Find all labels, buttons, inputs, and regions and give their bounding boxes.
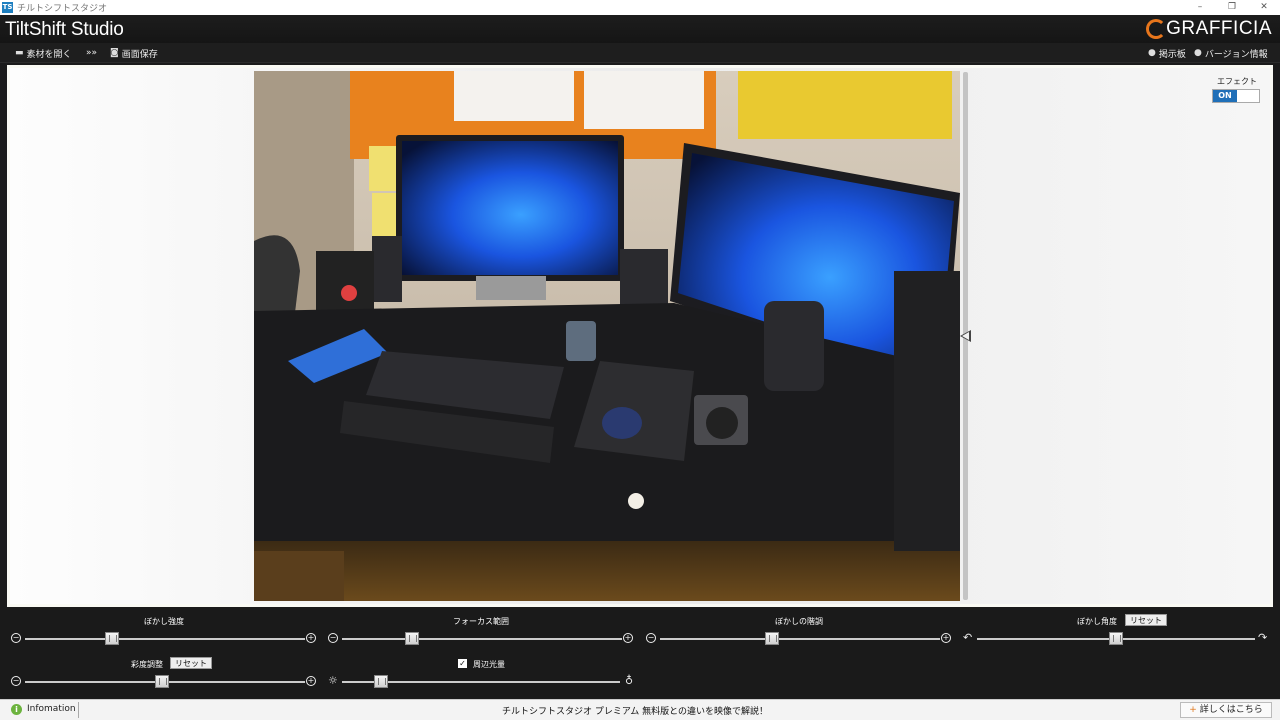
board-label: 掲示板 [1158,49,1186,60]
vignette-label: 周辺光量 [473,660,505,669]
effect-toggle[interactable]: ON [1212,89,1260,103]
maximize-button[interactable]: ❐ [1216,0,1248,15]
chat-bubble-icon: ● [1148,48,1156,58]
blur-angle-reset-button[interactable]: リセット [1125,614,1167,626]
promo-text[interactable]: チルトシフトスタジオ プレミアム 無料版との違いを映像で解説！ [0,704,1270,717]
plus-icon: + [1189,705,1197,715]
effect-toggle-on: ON [1213,90,1237,102]
focus-position-handle[interactable] [960,330,971,342]
save-screen-label: 画面保存 [121,49,158,60]
version-info-button[interactable]: ● バージョン情報 [1194,46,1268,60]
plus-circle-icon[interactable]: + [623,633,633,643]
preview-photo[interactable] [254,71,960,601]
blur-strength-control: ぼかし強度 − + [10,616,322,646]
minimize-button[interactable]: – [1184,0,1216,15]
app-name: TiltShift Studio [5,19,124,40]
blur-gradient-control: ぼかしの階調 − + [645,616,957,646]
open-material-label: 素材を開く [26,49,72,60]
app-window: TS チルトシフトスタジオ – ❐ ✕ TiltShift Studio GRA… [0,0,1280,720]
vignette-thumb[interactable] [373,675,388,688]
version-info-label: バージョン情報 [1204,49,1268,60]
expand-button[interactable]: »» [86,46,97,60]
minus-circle-icon[interactable]: − [11,676,21,686]
effect-toggle-group: エフェクト ON [1212,76,1262,103]
info-icon: ● [1194,48,1202,58]
status-bar: i Infomation チルトシフトスタジオ プレミアム 無料版との違いを映像… [0,699,1280,720]
close-button[interactable]: ✕ [1248,0,1280,15]
focus-range-track[interactable] [342,638,622,640]
saturation-control: 彩度調整 リセット − + [10,657,322,689]
learn-more-label: 詳しくはこちら [1199,705,1263,715]
minus-circle-icon[interactable]: − [328,633,338,643]
open-material-button[interactable]: ▬ 素材を開く [15,46,72,60]
learn-more-button[interactable]: + 詳しくはこちら [1180,702,1272,718]
light-bulb-off-icon[interactable]: ☼ [328,675,338,686]
board-button[interactable]: ● 掲示板 [1148,46,1186,60]
folder-icon: ▬ [15,48,24,58]
focus-range-control: フォーカス範囲 − + [327,616,639,646]
app-icon: TS [2,2,13,13]
plus-circle-icon[interactable]: + [941,633,951,643]
blur-angle-thumb[interactable] [1109,632,1123,645]
blur-strength-thumb[interactable] [104,632,119,645]
focus-range-label: フォーカス範囲 [453,617,509,626]
brand-text: GRAFFICIA [1166,18,1272,39]
blur-gradient-track[interactable] [660,638,940,640]
window-controls: – ❐ ✕ [1184,0,1280,15]
blur-angle-control: ぼかし角度 リセット ↶ ↷ [962,614,1274,646]
light-bulb-icon[interactable]: ♁ [625,675,633,686]
rotate-right-icon[interactable]: ↷ [1258,632,1267,643]
rotate-left-icon[interactable]: ↶ [963,632,972,643]
blur-angle-label: ぼかし角度 [1077,617,1117,626]
blur-strength-track[interactable] [25,638,305,640]
blur-gradient-label: ぼかしの階調 [775,617,823,626]
double-chevron-icon: »» [86,48,98,58]
desk-photo-illustration [254,71,960,601]
brand-mark-icon [1146,19,1167,39]
saturation-label: 彩度調整 [131,660,163,669]
camera-icon: ◙ [110,48,119,58]
plus-circle-icon[interactable]: + [306,676,316,686]
plus-circle-icon[interactable]: + [306,633,316,643]
minus-circle-icon[interactable]: − [11,633,21,643]
blur-strength-label: ぼかし強度 [144,617,184,626]
vignette-checkbox[interactable]: ✓ [458,659,467,668]
minus-circle-icon[interactable]: − [646,633,656,643]
preview-area: エフェクト ON [7,65,1273,607]
effect-label: エフェクト [1217,77,1257,86]
blur-gradient-thumb[interactable] [765,632,779,645]
saturation-reset-button[interactable]: リセット [170,657,212,669]
toolbar: ▬ 素材を開く »» ◙ 画面保存 ● 掲示板 ● バージョン情報 [0,43,1280,63]
window-title: チルトシフトスタジオ [17,4,108,14]
saturation-thumb[interactable] [155,675,170,688]
focus-range-thumb[interactable] [405,632,419,645]
brand-logo[interactable]: GRAFFICIA [1146,18,1272,40]
controls-panel: ぼかし強度 − + フォーカス範囲 − + ぼかしの階調 − + ぼかし角度 リ… [0,610,1280,698]
vignette-control: ✓ 周辺光量 ☼ ♁ [327,659,639,689]
app-header: TiltShift Studio GRAFFICIA [0,15,1280,43]
save-screen-button[interactable]: ◙ 画面保存 [110,46,158,60]
title-bar: TS チルトシフトスタジオ – ❐ ✕ [0,0,1280,15]
